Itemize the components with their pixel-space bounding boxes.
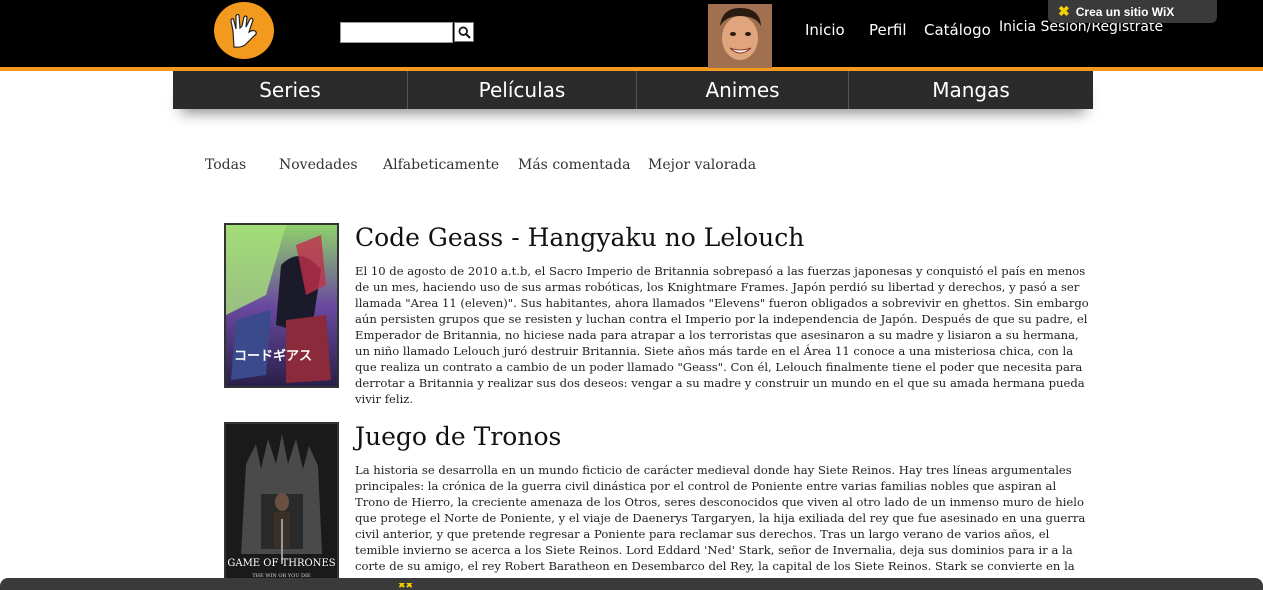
site-logo[interactable] (214, 2, 274, 59)
wix-star-icon: ✖ (1058, 3, 1070, 19)
wix-bottom-icon: ✖✖ (398, 583, 414, 590)
search-button[interactable] (454, 22, 474, 42)
user-avatar[interactable] (708, 4, 772, 68)
filter-mejor-valorada[interactable]: Mejor valorada (648, 157, 756, 173)
category-mangas[interactable]: Mangas (849, 71, 1093, 109)
poster-image: コードギアス (226, 225, 337, 386)
filter-novedades[interactable]: Novedades (279, 157, 358, 173)
search-input[interactable] (340, 22, 453, 43)
nav-catalogo[interactable]: Catálogo (924, 21, 991, 39)
category-series[interactable]: Series (173, 71, 408, 109)
wix-badge[interactable]: ✖ Crea un sitio WiX (1048, 0, 1217, 23)
bottom-bar (0, 578, 1263, 590)
entry-description: El 10 de agosto de 2010 a.t.b, el Sacro … (355, 264, 1089, 406)
entry-description: La historia se desarrolla en un mundo fi… (355, 463, 1086, 576)
search-icon (458, 26, 471, 39)
nav-inicio[interactable]: Inicio (805, 21, 845, 39)
poster-juego-de-tronos[interactable]: GAME OF THRONES THE WIN OR YOU DIE (224, 422, 339, 587)
poster-code-geass[interactable]: コードギアス (224, 223, 339, 388)
poster-title: GAME OF THRONES (227, 558, 335, 569)
category-animes[interactable]: Animes (637, 71, 849, 109)
filter-mas-comentada[interactable]: Más comentada (518, 157, 630, 173)
entry-title[interactable]: Juego de Tronos (355, 422, 561, 451)
list-item: コードギアス Code Geass - Hangyaku no Lelouch … (224, 223, 1094, 406)
entry-title[interactable]: Code Geass - Hangyaku no Lelouch (355, 223, 804, 252)
category-peliculas[interactable]: Películas (408, 71, 637, 109)
list-item: GAME OF THRONES THE WIN OR YOU DIE Juego… (224, 422, 1094, 590)
avatar-photo (708, 4, 772, 68)
category-nav: Series Películas Animes Mangas (173, 71, 1093, 109)
wix-badge-label: Crea un sitio WiX (1075, 4, 1175, 19)
nav-perfil[interactable]: Perfil (869, 21, 907, 39)
poster-image: GAME OF THRONES THE WIN OR YOU DIE (226, 424, 337, 585)
filter-todas[interactable]: Todas (205, 157, 246, 173)
vulcan-salute-icon (230, 13, 257, 48)
svg-text:コードギアス: コードギアス (234, 348, 312, 364)
filter-alfabeticamente[interactable]: Alfabeticamente (383, 157, 499, 173)
